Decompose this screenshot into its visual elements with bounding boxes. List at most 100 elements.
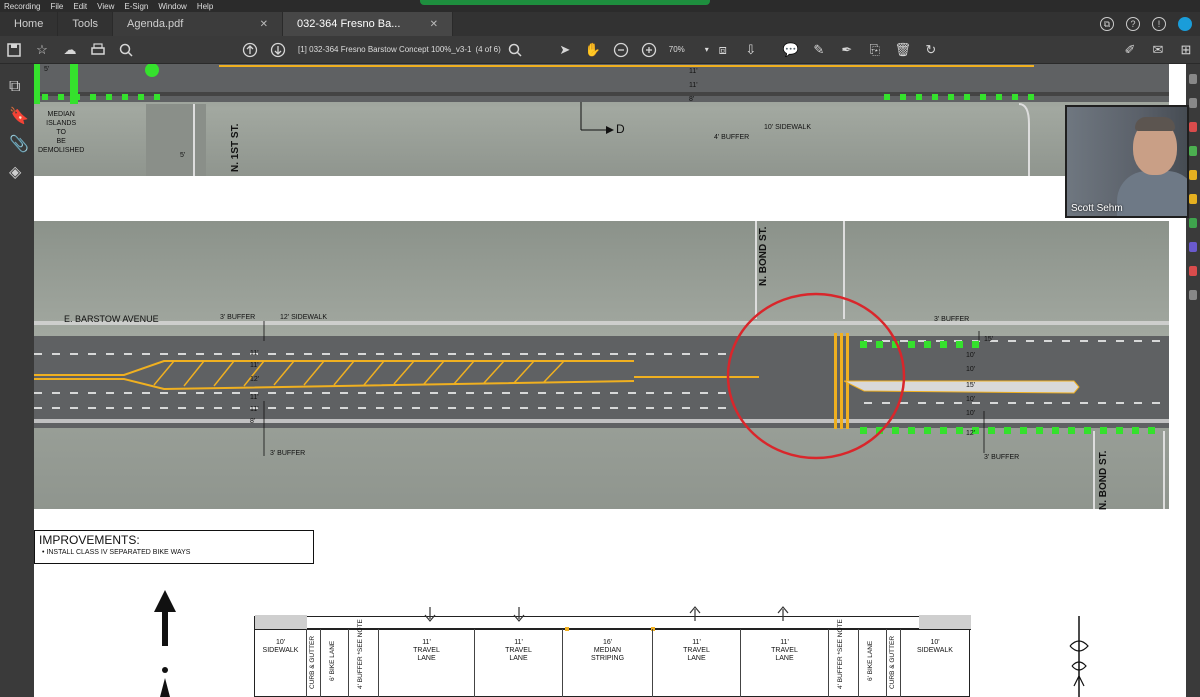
sign-icon[interactable]: ✒	[839, 42, 855, 58]
dim-right-5: 10'	[966, 410, 976, 417]
recording-label: Recording	[4, 1, 41, 11]
street-bond-label: N. BOND ST.	[758, 226, 769, 286]
document-page[interactable]: 5' 5' 11' 11' 8' 4' BUFFER 10' SIDEWALK …	[34, 64, 1186, 697]
menu-file[interactable]: File	[50, 2, 63, 11]
dim-5a: 5'	[44, 66, 50, 73]
email-icon[interactable]: ✉	[1150, 42, 1166, 58]
dim-right-4: 10'	[966, 396, 976, 403]
xsec-curb-right: CURB & GUTTER	[887, 629, 901, 697]
tool-icon[interactable]	[1189, 146, 1197, 156]
tool-icon[interactable]	[1189, 122, 1197, 132]
cross-section: 10' SIDEWALK CURB & GUTTER 6' BIKE LANE …	[254, 606, 971, 697]
zoom-out-icon[interactable]	[613, 42, 629, 58]
prev-page-icon[interactable]	[242, 42, 258, 58]
dim-right-0: 15'	[984, 336, 994, 343]
tab-tools[interactable]: Tools	[58, 12, 114, 36]
attachment-icon[interactable]: 📎	[9, 134, 29, 153]
star-icon[interactable]: ☆	[34, 42, 50, 58]
hand-icon[interactable]: ✋	[585, 42, 601, 58]
north-arrow-icon	[154, 590, 176, 697]
xsec-buffer-left: 4' BUFFER *SEE NOTE	[349, 619, 379, 697]
plan-main-markings	[34, 221, 1169, 509]
tool-icon[interactable]	[1189, 74, 1197, 84]
zoom-value: 70%	[668, 45, 685, 54]
delete-icon[interactable]: 🗑	[895, 42, 912, 58]
dim-right-1: 10'	[966, 352, 976, 359]
dim-left-5: 8'	[250, 418, 256, 425]
account-icon[interactable]	[1178, 17, 1192, 31]
document-name: [1] 032-364 Fresno Barstow Concept 100%_…	[298, 45, 472, 54]
tool-icon[interactable]	[1189, 194, 1197, 204]
xsec-bike-left-label: 6' BIKE LANE	[329, 640, 336, 681]
pages-icon[interactable]: ⧉	[9, 78, 25, 95]
highlight-icon[interactable]: ✎	[811, 42, 827, 58]
close-icon[interactable]: ✕	[260, 19, 268, 30]
dim-top-1: 11'	[689, 82, 698, 89]
screen-share-indicator	[420, 0, 710, 5]
next-page-icon[interactable]	[270, 42, 286, 58]
save-icon[interactable]	[6, 42, 22, 58]
layers-icon[interactable]: ◈	[9, 162, 25, 181]
bookmark-icon[interactable]: 🔖	[9, 106, 29, 125]
dim-left-0: 11'	[250, 350, 259, 357]
median-note: MEDIAN ISLANDS TO BE DEMOLISHED	[38, 111, 85, 154]
fit-page-icon[interactable]: ⧈	[715, 42, 731, 58]
dim-left-3: 11'	[250, 394, 259, 401]
xsec-buffer-right-label: 4' BUFFER *SEE NOTE	[837, 619, 844, 689]
tabbar-right-icons: ⧉ ? !	[1100, 12, 1200, 36]
edit-pen-icon[interactable]: ✐	[1122, 42, 1138, 58]
tool-icon[interactable]	[1189, 170, 1197, 180]
xsec-travel-3: 11' TRAVEL LANE	[653, 629, 741, 697]
tool-icon[interactable]	[1189, 266, 1197, 276]
share-icon[interactable]: ⊞	[1178, 42, 1194, 58]
menu-view[interactable]: View	[97, 2, 114, 11]
menu-help[interactable]: Help	[197, 2, 213, 11]
share-screen-icon[interactable]: ⧉	[1100, 17, 1114, 31]
dim-top-2: 8'	[689, 96, 695, 103]
select-arrow-icon[interactable]: ➤	[557, 42, 573, 58]
tab-agenda[interactable]: Agenda.pdf ✕	[113, 12, 284, 36]
rotate-icon[interactable]: ↻	[923, 42, 939, 58]
tab-bar: Home Tools Agenda.pdf ✕ 032-364 Fresno B…	[0, 12, 1200, 36]
zoom-select[interactable]: 70% ▾	[669, 45, 709, 54]
street-1st-label: N. 1ST ST.	[230, 123, 241, 172]
comment-icon[interactable]: 💬	[783, 42, 799, 58]
notifications-icon[interactable]: !	[1152, 17, 1166, 31]
tab-agenda-label: Agenda.pdf	[127, 18, 184, 30]
xsec-bike-right: 6' BIKE LANE	[859, 629, 887, 697]
print-icon[interactable]	[90, 42, 106, 58]
page-info[interactable]: (4 of 6)	[475, 45, 500, 54]
upload-cloud-icon[interactable]: ☁	[62, 42, 78, 58]
buffer3-right-top-label: 3' BUFFER	[934, 316, 970, 323]
xsec-curb-left: CURB & GUTTER	[307, 629, 321, 697]
sidewalk12-label: 12' SIDEWALK	[280, 314, 327, 321]
tool-icon[interactable]	[1189, 290, 1197, 300]
menu-window[interactable]: Window	[158, 2, 186, 11]
tab-fresno[interactable]: 032-364 Fresno Ba... ✕	[283, 12, 454, 36]
left-sidebar: ⧉ 🔖 📎 ◈	[0, 64, 34, 697]
close-icon[interactable]: ✕	[430, 19, 438, 30]
menu-esign[interactable]: E-Sign	[124, 2, 148, 11]
tool-icon[interactable]	[1189, 242, 1197, 252]
help-icon[interactable]: ?	[1126, 17, 1140, 31]
scroll-mode-icon[interactable]: ⇩	[743, 42, 759, 58]
tool-icon[interactable]	[1189, 98, 1197, 108]
landscape-symbol-icon	[1069, 616, 1089, 697]
dim-5b: 5'	[180, 152, 186, 159]
dim-left-1: 11'	[250, 362, 259, 369]
tool-icon[interactable]	[1189, 218, 1197, 228]
video-participant-tile[interactable]: Scott Sehm	[1065, 105, 1189, 218]
xsec-sidewalk-right: 10' SIDEWALK	[917, 639, 953, 654]
xsec-buffer-left-label: 4' BUFFER *SEE NOTE	[357, 619, 364, 689]
buffer3-bottom-label: 3' BUFFER	[270, 450, 306, 457]
tab-home[interactable]: Home	[0, 12, 59, 36]
xsec-buffer-right: 4' BUFFER *SEE NOTE	[829, 619, 859, 697]
improvements-item-text: INSTALL CLASS IV SEPARATED BIKE WAYS	[46, 549, 191, 556]
plan-top-markings	[34, 64, 1169, 176]
menu-edit[interactable]: Edit	[73, 2, 87, 11]
stamp-icon[interactable]: ⎘	[867, 42, 883, 58]
xsec-travel-4: 11' TRAVEL LANE	[741, 629, 829, 697]
find-icon[interactable]	[507, 42, 523, 58]
zoom-in-icon[interactable]	[641, 42, 657, 58]
search-icon[interactable]	[118, 42, 134, 58]
